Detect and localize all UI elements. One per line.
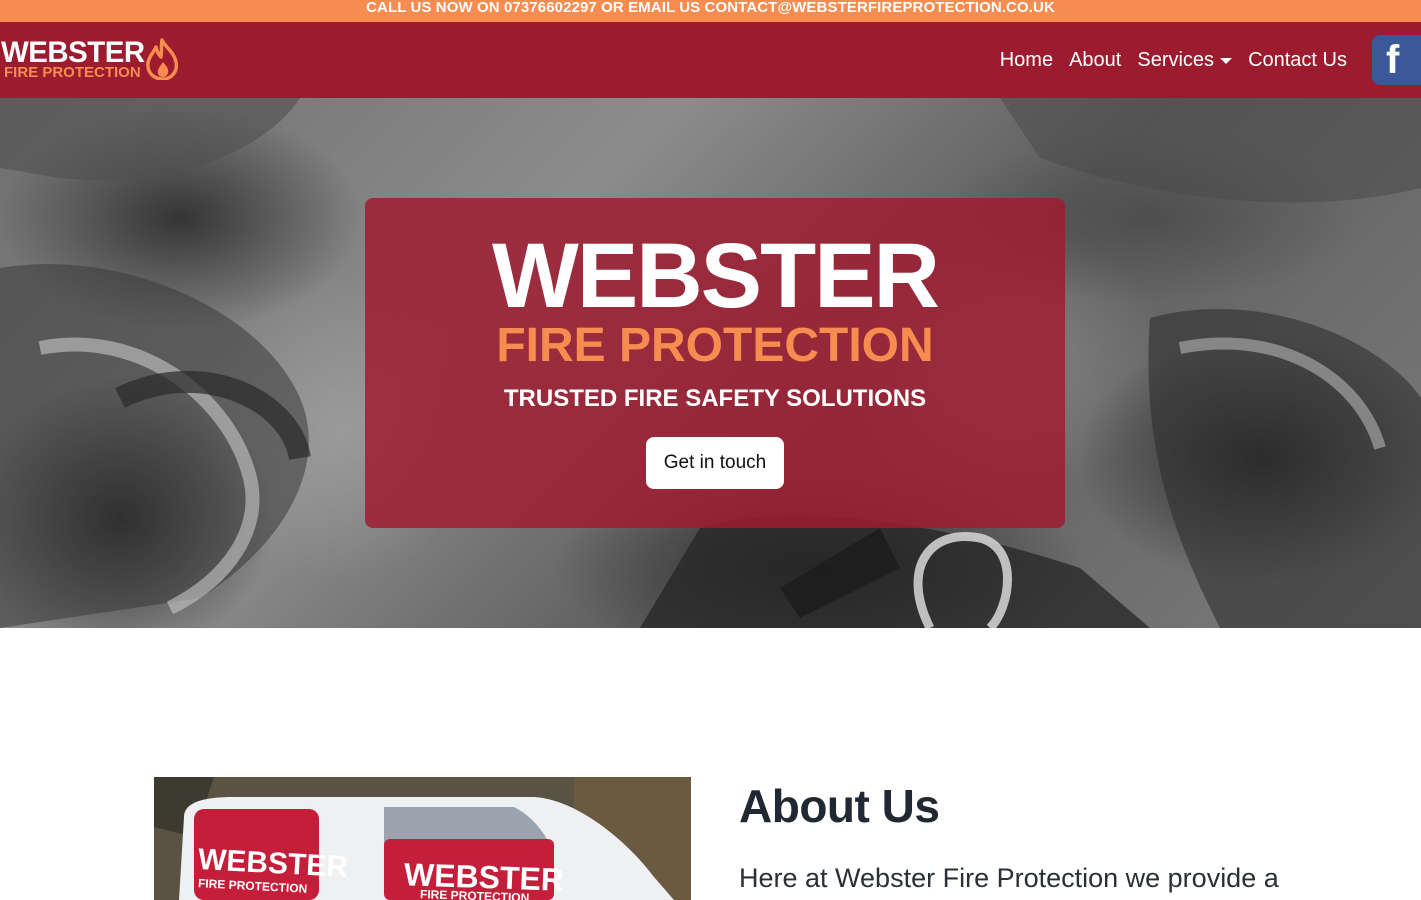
- contact-banner: CALL US NOW ON 07376602297 OR EMAIL US C…: [0, 0, 1421, 22]
- nav-about-label: About: [1069, 49, 1122, 71]
- about-heading: About Us: [739, 780, 940, 832]
- hero-title: WEBSTER: [492, 225, 940, 327]
- contact-banner-text: CALL US NOW ON 07376602297 OR EMAIL US C…: [366, 0, 1055, 16]
- nav-services-dropdown[interactable]: Services: [1129, 48, 1240, 72]
- nav-home[interactable]: Home: [992, 48, 1061, 72]
- nav-services-label: Services: [1137, 49, 1215, 71]
- hero-section: WEBSTER FIRE PROTECTION TRUSTED FIRE SAF…: [0, 98, 1421, 628]
- logo-tagline: FIRE PROTECTION: [4, 64, 141, 81]
- flame-icon: [146, 38, 179, 80]
- hero-card: WEBSTER FIRE PROTECTION TRUSTED FIRE SAF…: [365, 198, 1065, 528]
- chevron-down-icon: [1220, 58, 1233, 64]
- about-van-image: WEBSTER FIRE PROTECTION WEBSTER FIRE PRO…: [154, 777, 691, 900]
- navbar: WEBSTER FIRE PROTECTION Home About Servi…: [0, 22, 1421, 98]
- site-logo[interactable]: WEBSTER FIRE PROTECTION: [0, 36, 185, 86]
- hero-subtitle: FIRE PROTECTION: [496, 319, 934, 372]
- hero-tagline: TRUSTED FIRE SAFETY SOLUTIONS: [503, 385, 927, 412]
- nav-home-label: Home: [999, 49, 1054, 71]
- facebook-icon[interactable]: f: [1372, 35, 1421, 85]
- about-intro-text: Here at Webster Fire Protection we provi…: [739, 863, 1279, 893]
- get-in-touch-button[interactable]: Get in touch: [646, 437, 784, 489]
- nav-about[interactable]: About: [1061, 48, 1129, 72]
- main-nav: Home About Services Contact Us: [992, 22, 1355, 98]
- nav-contact-us[interactable]: Contact Us: [1240, 48, 1355, 72]
- nav-contact-label: Contact Us: [1248, 49, 1347, 71]
- facebook-glyph: f: [1386, 38, 1400, 82]
